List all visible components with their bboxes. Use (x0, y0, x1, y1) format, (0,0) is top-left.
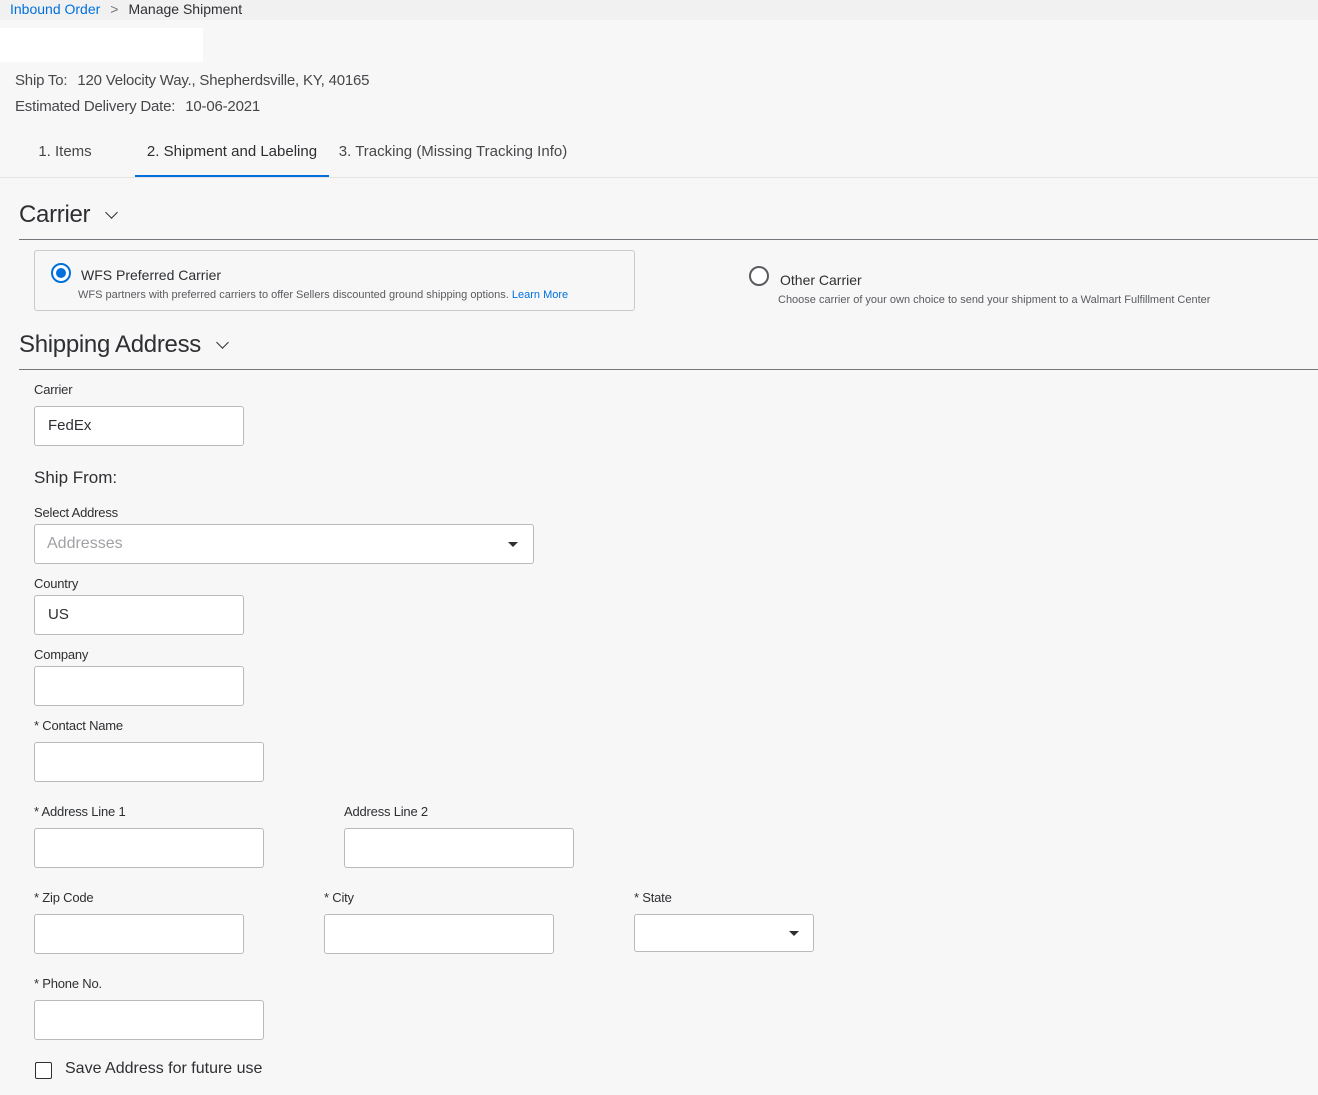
tab-items[interactable]: 1. Items (28, 140, 102, 175)
breadcrumb-current: Manage Shipment (128, 1, 243, 17)
carrier-section-header[interactable]: Carrier (19, 201, 119, 229)
save-address-checkbox[interactable] (35, 1062, 52, 1079)
country-field-value: US (48, 606, 69, 623)
radio-wfs-preferred[interactable] (51, 263, 71, 283)
select-address-label: Select Address (34, 505, 118, 520)
step-tabs: 1. Items 2. Shipment and Labeling 3. Tra… (0, 140, 1318, 178)
state-dropdown[interactable] (634, 914, 814, 952)
contact-name-label: * Contact Name (34, 718, 123, 733)
carrier-option-other[interactable]: Other Carrier Choose carrier of your own… (749, 266, 1289, 312)
carrier-section-title: Carrier (19, 201, 91, 228)
contact-name-field[interactable] (34, 742, 264, 782)
shipping-address-section-header[interactable]: Shipping Address (19, 331, 229, 359)
zip-code-field[interactable] (34, 914, 244, 954)
carrier-option-wfs-preferred[interactable]: WFS Preferred Carrier WFS partners with … (34, 250, 635, 311)
other-carrier-title: Other Carrier (780, 272, 862, 288)
save-address-label[interactable]: Save Address for future use (65, 1060, 262, 1078)
tab-tracking-label: 3. Tracking (Missing Tracking Info) (338, 143, 568, 160)
address-line-1-label: * Address Line 1 (34, 804, 126, 819)
other-carrier-description: Choose carrier of your own choice to sen… (778, 294, 1211, 306)
ship-to-value: 120 Velocity Way., Shepherdsville, KY, 4… (77, 72, 370, 89)
breadcrumb-link-inbound-order[interactable]: Inbound Order (10, 1, 100, 17)
city-field[interactable] (324, 914, 554, 954)
tab-shipment-and-labeling[interactable]: 2. Shipment and Labeling (135, 140, 329, 177)
delivery-date-label: Estimated Delivery Date: (15, 98, 176, 115)
company-field[interactable] (34, 666, 244, 706)
breadcrumb: Inbound Order > Manage Shipment (10, 0, 242, 18)
radio-other-carrier[interactable] (749, 266, 769, 286)
ship-to-label: Ship To: (15, 72, 68, 89)
tab-tracking[interactable]: 3. Tracking (Missing Tracking Info) (336, 140, 570, 175)
blank-banner (0, 28, 203, 62)
chevron-down-icon[interactable] (216, 335, 229, 349)
address-line-1-field[interactable] (34, 828, 264, 868)
ship-to-line: Ship To: 120 Velocity Way., Shepherdsvill… (15, 72, 369, 89)
state-label: * State (634, 890, 672, 905)
phone-label: * Phone No. (34, 976, 102, 991)
select-address-dropdown[interactable]: Addresses (34, 524, 534, 564)
breadcrumb-separator: > (110, 1, 119, 17)
learn-more-link[interactable]: Learn More (512, 289, 568, 301)
select-address-placeholder: Addresses (47, 535, 123, 552)
divider (19, 239, 1318, 240)
carrier-field-label: Carrier (34, 382, 73, 397)
zip-code-label: * Zip Code (34, 890, 94, 905)
country-field[interactable]: US (34, 595, 244, 635)
ship-from-heading: Ship From: (34, 468, 118, 487)
shipping-address-title: Shipping Address (19, 331, 201, 358)
address-line-2-label: Address Line 2 (344, 804, 428, 819)
company-label: Company (34, 647, 89, 662)
wfs-preferred-description: WFS partners with preferred carriers to … (78, 289, 509, 301)
delivery-date-line: Estimated Delivery Date: 10-06-2021 (15, 98, 260, 115)
country-label: Country (34, 576, 79, 591)
wfs-preferred-description-row: WFS partners with preferred carriers to … (78, 289, 568, 301)
phone-field[interactable] (34, 1000, 264, 1040)
dropdown-caret-icon (789, 931, 799, 936)
delivery-date-value: 10-06-2021 (185, 98, 260, 115)
tab-items-label: 1. Items (38, 143, 92, 160)
carrier-field-value: FedEx (48, 417, 92, 434)
wfs-preferred-title: WFS Preferred Carrier (81, 267, 222, 283)
chevron-down-icon[interactable] (105, 205, 119, 219)
address-line-2-field[interactable] (344, 828, 574, 868)
divider (19, 369, 1318, 370)
carrier-field[interactable]: FedEx (34, 406, 244, 446)
city-label: * City (324, 890, 354, 905)
tab-shipment-label: 2. Shipment and Labeling (146, 143, 318, 160)
dropdown-caret-icon (508, 542, 518, 547)
